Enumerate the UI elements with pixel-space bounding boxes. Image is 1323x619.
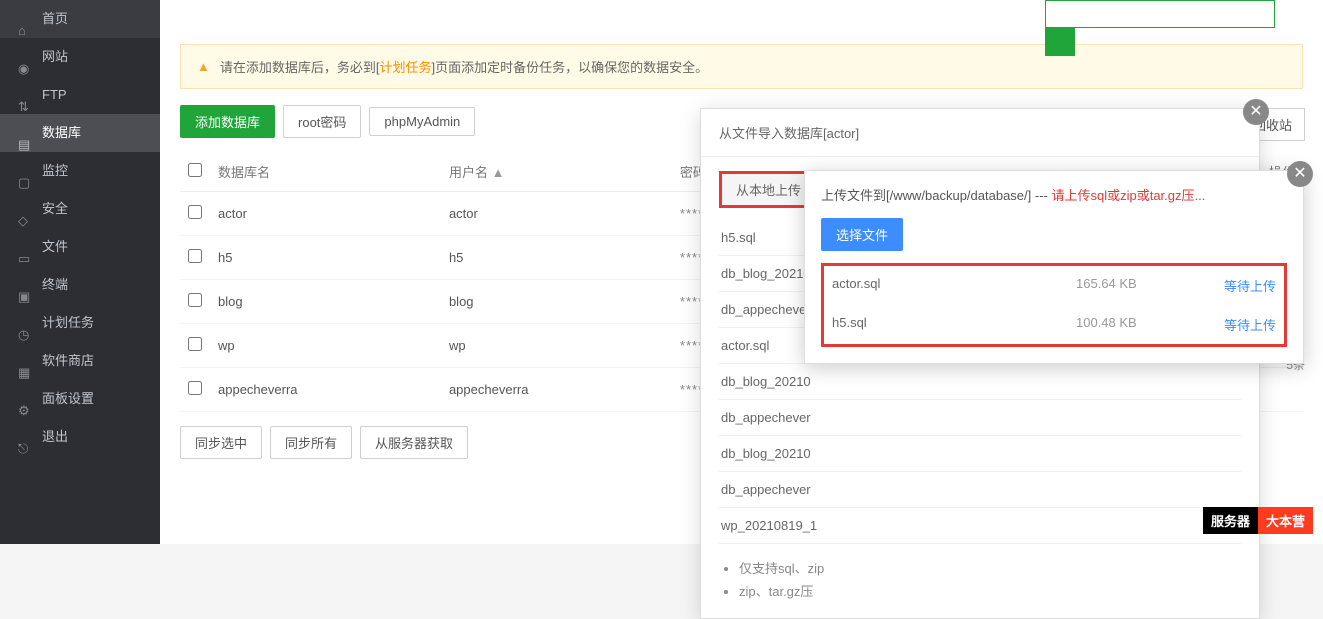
th-dbname[interactable]: 数据库名 [210, 152, 441, 192]
sidebar-item-label: 网站 [42, 38, 68, 76]
ftp-icon: ⇅ [18, 88, 32, 102]
sync-selected-button[interactable]: 同步选中 [180, 426, 262, 459]
sidebar-item-ftp[interactable]: ⇅ FTP [0, 76, 160, 114]
sidebar-item-label: 软件商店 [42, 342, 94, 380]
watermark-badge: 服务器 大本营 [1203, 507, 1313, 534]
folder-icon: ▭ [18, 240, 32, 254]
sidebar-item-label: 面板设置 [42, 380, 94, 418]
warning-text: 请在添加数据库后，务必到[计划任务]页面添加定时备份任务，以确保您的数据安全。 [220, 57, 708, 76]
shield-icon: ◇ [18, 202, 32, 216]
sidebar-item-home[interactable]: ⌂ 首页 [0, 0, 160, 38]
select-all-checkbox[interactable] [188, 163, 202, 177]
search-area [1045, 0, 1305, 30]
note-item: zip、tar.gz压 [739, 581, 1241, 600]
cell-dbname: h5 [210, 236, 441, 280]
select-file-button[interactable]: 选择文件 [821, 218, 903, 251]
sidebar-item-settings[interactable]: ⚙ 面板设置 [0, 380, 160, 418]
close-icon[interactable]: ✕ [1243, 99, 1269, 125]
import-modal-title: 从文件导入数据库[actor] [701, 109, 1259, 157]
cell-dbname: blog [210, 280, 441, 324]
fetch-from-server-button[interactable]: 从服务器获取 [360, 426, 468, 459]
sidebar-item-label: 监控 [42, 152, 68, 190]
add-database-button[interactable]: 添加数据库 [180, 105, 275, 138]
gear-icon: ⚙ [18, 392, 32, 406]
backup-file-item[interactable]: db_blog_20210 [719, 364, 1241, 400]
badge-right: 大本营 [1258, 507, 1313, 534]
cell-user: appecheverra [441, 368, 672, 412]
globe-icon: ◉ [18, 50, 32, 64]
note-item: 仅支持sql、zip [739, 558, 1241, 577]
sort-asc-icon: ▲ [492, 165, 505, 180]
sidebar-item-store[interactable]: ▦ 软件商店 [0, 342, 160, 380]
sidebar-item-security[interactable]: ◇ 安全 [0, 190, 160, 228]
row-checkbox[interactable] [188, 293, 202, 307]
upload-modal: ✕ 上传文件到[/www/backup/database/] --- 请上传sq… [804, 170, 1304, 364]
sidebar-item-label: 计划任务 [42, 304, 94, 342]
cell-dbname: actor [210, 192, 441, 236]
sidebar-item-label: FTP [42, 76, 67, 114]
apps-icon: ▦ [18, 354, 32, 368]
phpmyadmin-button[interactable]: phpMyAdmin [369, 107, 475, 136]
sidebar-item-files[interactable]: ▭ 文件 [0, 228, 160, 266]
cell-user: actor [441, 192, 672, 236]
sidebar-item-logout[interactable]: ⎋ 退出 [0, 418, 160, 456]
row-checkbox[interactable] [188, 249, 202, 263]
logout-icon: ⎋ [18, 430, 32, 444]
sidebar-item-database[interactable]: ▤ 数据库 [0, 114, 160, 152]
badge-left: 服务器 [1203, 507, 1258, 534]
sidebar-item-label: 安全 [42, 190, 68, 228]
sidebar-item-monitor[interactable]: ▢ 监控 [0, 152, 160, 190]
sidebar-item-label: 文件 [42, 228, 68, 266]
database-icon: ▤ [18, 126, 32, 140]
warning-banner: ▲ 请在添加数据库后，务必到[计划任务]页面添加定时备份任务，以确保您的数据安全… [180, 44, 1303, 89]
cell-dbname: appecheverra [210, 368, 441, 412]
file-size: 100.48 KB [1076, 315, 1196, 334]
cell-dbname: wp [210, 324, 441, 368]
sidebar-item-label: 首页 [42, 0, 68, 38]
root-password-button[interactable]: root密码 [283, 105, 361, 138]
upload-queue: actor.sql 165.64 KB 等待上传 h5.sql 100.48 KB 等待上… [821, 263, 1287, 347]
backup-file-item[interactable]: wp_20210819_1 [719, 508, 1241, 544]
sidebar-item-terminal[interactable]: ▣ 终端 [0, 266, 160, 304]
terminal-icon: ▣ [18, 278, 32, 292]
file-name: actor.sql [832, 276, 1066, 295]
sidebar-item-site[interactable]: ◉ 网站 [0, 38, 160, 76]
upload-queue-row: actor.sql 165.64 KB 等待上传 [824, 266, 1284, 305]
import-notes: 仅支持sql、zip zip、tar.gz压 [719, 558, 1241, 600]
file-status: 等待上传 [1206, 315, 1276, 334]
upload-queue-row: h5.sql 100.48 KB 等待上传 [824, 305, 1284, 344]
sidebar-item-label: 数据库 [42, 114, 81, 152]
upload-modal-title: 上传文件到[/www/backup/database/] --- 请上传sql或… [805, 171, 1303, 218]
sidebar: ⌂首页 ◉网站 ⇅FTP ▤数据库 ▢监控 ◇安全 ▭文件 ▣终端 ◷计划任务 … [0, 0, 160, 544]
cell-user: wp [441, 324, 672, 368]
cell-user: blog [441, 280, 672, 324]
backup-file-item[interactable]: db_blog_20210 [719, 436, 1241, 472]
file-size: 165.64 KB [1076, 276, 1196, 295]
sync-all-button[interactable]: 同步所有 [270, 426, 352, 459]
cell-user: h5 [441, 236, 672, 280]
sidebar-item-label: 终端 [42, 266, 68, 304]
upload-hint: 请上传sql或zip或tar.gz压... [1051, 188, 1205, 203]
sidebar-item-cron[interactable]: ◷ 计划任务 [0, 304, 160, 342]
clock-icon: ◷ [18, 316, 32, 330]
warning-link[interactable]: 计划任务 [380, 60, 432, 75]
backup-file-item[interactable]: db_appechever [719, 400, 1241, 436]
file-status: 等待上传 [1206, 276, 1276, 295]
search-button[interactable] [1045, 28, 1075, 56]
sidebar-item-label: 退出 [42, 418, 68, 456]
row-checkbox[interactable] [188, 381, 202, 395]
th-user[interactable]: 用户名 ▲ [441, 152, 672, 192]
warning-icon: ▲ [197, 59, 210, 74]
close-icon[interactable]: ✕ [1287, 161, 1313, 187]
monitor-icon: ▢ [18, 164, 32, 178]
row-checkbox[interactable] [188, 205, 202, 219]
search-input[interactable] [1045, 0, 1275, 28]
backup-file-item[interactable]: db_appechever [719, 472, 1241, 508]
home-icon: ⌂ [18, 12, 32, 26]
file-name: h5.sql [832, 315, 1066, 334]
row-checkbox[interactable] [188, 337, 202, 351]
